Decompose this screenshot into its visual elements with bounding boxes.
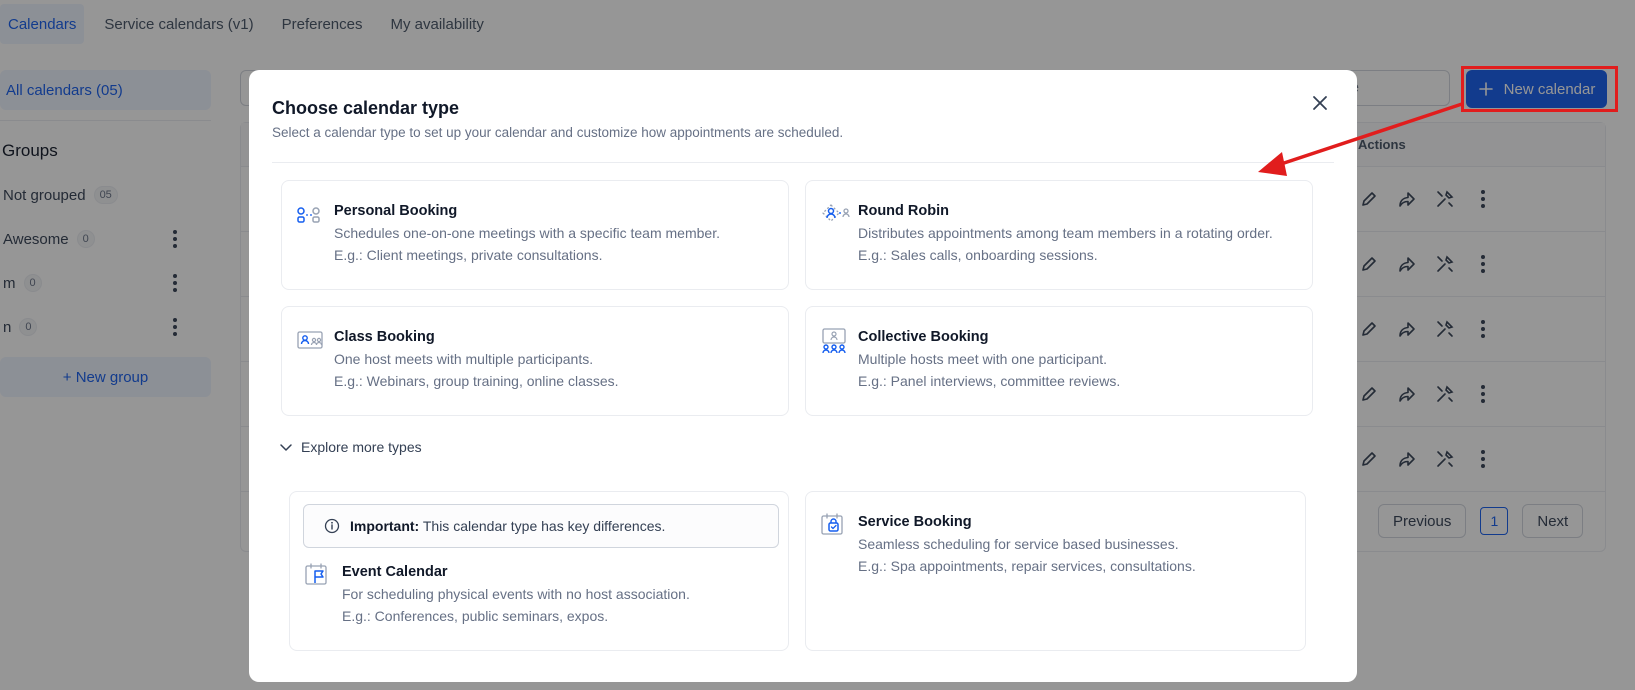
card-round-robin[interactable]: Round Robin Distributes appointments amo… bbox=[805, 180, 1313, 290]
choose-calendar-type-modal: Choose calendar type Select a calendar t… bbox=[249, 70, 1357, 682]
card-title: Service Booking bbox=[858, 514, 972, 530]
card-description: One host meets with multiple participant… bbox=[334, 351, 594, 367]
modal-title: Choose calendar type bbox=[272, 98, 460, 118]
card-description: Distributes appointments among team memb… bbox=[858, 225, 1273, 241]
card-event-calendar[interactable]: Important: This calendar type has key di… bbox=[289, 491, 789, 651]
card-example: E.g.: Panel interviews, committee review… bbox=[858, 373, 1121, 389]
card-service-booking[interactable]: Service Booking Seamless scheduling for … bbox=[805, 491, 1306, 651]
service-booking-icon bbox=[820, 512, 846, 538]
card-description: Seamless scheduling for service based bu… bbox=[858, 536, 1179, 552]
explore-more-types-label: Explore more types bbox=[301, 439, 422, 455]
card-example: E.g.: Spa appointments, repair services,… bbox=[858, 558, 1196, 574]
card-title: Personal Booking bbox=[334, 203, 458, 219]
modal-divider bbox=[272, 162, 1334, 163]
card-personal-booking[interactable]: Personal Booking Schedules one-on-one me… bbox=[281, 180, 789, 290]
card-class-booking[interactable]: Class Booking One host meets with multip… bbox=[281, 306, 789, 416]
class-booking-icon bbox=[296, 329, 323, 355]
card-title: Round Robin bbox=[858, 203, 950, 219]
important-notice: Important: This calendar type has key di… bbox=[303, 504, 779, 548]
highlight-box bbox=[1461, 66, 1618, 112]
card-title: Event Calendar bbox=[342, 564, 448, 580]
info-icon bbox=[324, 518, 340, 534]
card-example: E.g.: Conferences, public seminars, expo… bbox=[342, 608, 609, 624]
card-description: Multiple hosts meet with one participant… bbox=[858, 351, 1108, 367]
card-example: E.g.: Webinars, group training, online c… bbox=[334, 373, 619, 389]
card-example: E.g.: Sales calls, onboarding sessions. bbox=[858, 247, 1098, 263]
chevron-down-icon bbox=[280, 444, 292, 451]
card-example: E.g.: Client meetings, private consultat… bbox=[334, 247, 603, 263]
notice-text: Important: This calendar type has key di… bbox=[350, 518, 665, 534]
card-title: Collective Booking bbox=[858, 329, 989, 345]
modal-subtitle: Select a calendar type to set up your ca… bbox=[272, 125, 844, 140]
collective-booking-icon bbox=[820, 327, 846, 354]
close-icon[interactable] bbox=[1309, 92, 1331, 114]
card-description: For scheduling physical events with no h… bbox=[342, 586, 690, 602]
card-collective-booking[interactable]: Collective Booking Multiple hosts meet w… bbox=[805, 306, 1313, 416]
personal-booking-icon bbox=[296, 203, 322, 229]
event-calendar-icon bbox=[304, 562, 330, 588]
card-description: Schedules one-on-one meetings with a spe… bbox=[334, 225, 720, 241]
explore-more-types-toggle[interactable]: Explore more types bbox=[279, 439, 422, 455]
notice-bold: Important: bbox=[350, 518, 420, 534]
notice-message: This calendar type has key differences. bbox=[422, 518, 666, 534]
card-title: Class Booking bbox=[334, 329, 435, 345]
round-robin-icon bbox=[820, 203, 850, 229]
